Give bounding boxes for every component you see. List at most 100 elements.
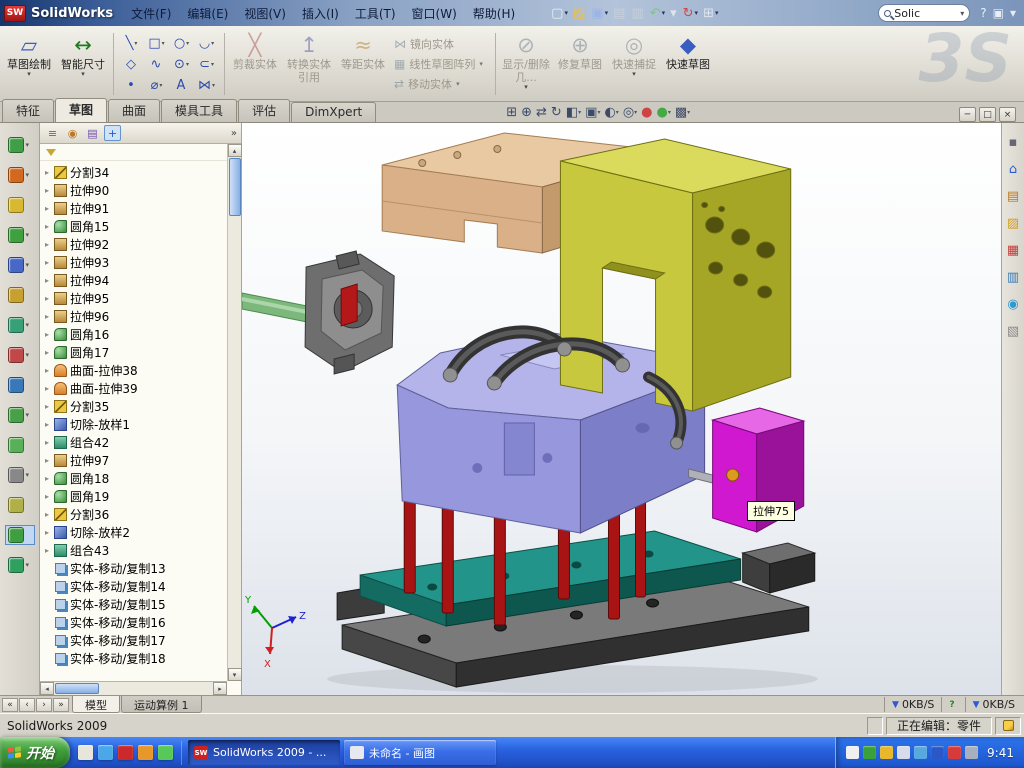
menu-file[interactable]: 文件(F) — [123, 1, 179, 26]
tree-item[interactable]: 实体-移动/复制13 — [43, 559, 227, 577]
hide-show-icon[interactable]: ◎▾ — [622, 105, 638, 120]
spline-tool-pressed[interactable] — [5, 525, 35, 545]
tree-item[interactable]: ▸ 拉伸96 — [43, 307, 227, 325]
network-icon[interactable] — [914, 746, 927, 759]
centerline-tool-icon[interactable]: ⌀▾ — [144, 75, 169, 96]
tab-dimxpert[interactable]: DimXpert — [291, 102, 376, 122]
tree-item[interactable]: ▸ 拉伸91 — [43, 199, 227, 217]
expand-arrow-icon[interactable]: ▸ — [43, 168, 51, 177]
safety-shield-icon[interactable] — [880, 746, 893, 759]
cut-tool[interactable] — [5, 375, 35, 395]
tree-item[interactable]: ▸ 组合43 — [43, 541, 227, 559]
display-style-icon[interactable]: ◐▾ — [603, 105, 619, 120]
draft-tool[interactable]: ▾ — [5, 465, 35, 485]
select-icon[interactable]: ▾ — [668, 3, 680, 23]
appearances-icon[interactable]: ◉ — [1004, 295, 1022, 313]
tree-item[interactable]: ▸ 拉伸97 — [43, 451, 227, 469]
show-desktop-icon[interactable] — [78, 745, 93, 760]
tree-item[interactable]: ▸ 圆角18 — [43, 469, 227, 487]
menu-help[interactable]: 帮助(H) — [465, 1, 523, 26]
tree-item[interactable]: ▸ 拉伸92 — [43, 235, 227, 253]
filter-icon[interactable] — [46, 149, 56, 156]
toolbox-icon[interactable]: ▦ — [1004, 241, 1022, 259]
menu-view[interactable]: 视图(V) — [236, 1, 294, 26]
trim-entities-button[interactable]: ╳ 剪裁实体 — [228, 29, 282, 99]
clamp-unit-part[interactable] — [242, 251, 394, 374]
scroll-up-icon[interactable]: ▴ — [228, 144, 242, 157]
scroll-thumb-horizontal[interactable] — [55, 683, 99, 694]
scene-icon[interactable]: ▩▾ — [674, 105, 691, 120]
media-player-icon[interactable] — [138, 745, 153, 760]
expand-arrow-icon[interactable]: ▸ — [43, 240, 51, 249]
circle-tool-icon[interactable]: ○▾ — [169, 33, 194, 54]
tree-item[interactable]: ▸ 圆角15 — [43, 217, 227, 235]
collapse-icon[interactable]: ▾ — [1008, 3, 1018, 23]
tree-item[interactable]: 实体-移动/复制15 — [43, 595, 227, 613]
expand-arrow-icon[interactable]: ▸ — [43, 528, 51, 537]
slot-tool-icon[interactable]: ⊂▾ — [194, 54, 219, 75]
expand-arrow-icon[interactable]: ▸ — [43, 204, 51, 213]
tree-horizontal-scrollbar[interactable]: ◂ ▸ — [40, 681, 227, 695]
rectangle-tool-icon[interactable]: □▾ — [144, 33, 169, 54]
appearance-red-icon[interactable]: ● — [640, 105, 653, 120]
solidworks-quick-icon[interactable] — [118, 745, 133, 760]
dimension-tools-flyout[interactable]: ▾ — [5, 165, 35, 185]
tree-item[interactable]: ▸ 拉伸95 — [43, 289, 227, 307]
feature-manager-tab[interactable]: ≡ — [44, 125, 61, 141]
freeform-tool[interactable]: ▾ — [5, 555, 35, 575]
first-frame-button[interactable]: « — [2, 698, 18, 712]
design-library-icon[interactable]: ▤ — [1004, 187, 1022, 205]
menu-edit[interactable]: 编辑(E) — [179, 1, 236, 26]
view-orientation-icon[interactable]: ▣▾ — [584, 105, 601, 120]
volume-icon[interactable] — [897, 746, 910, 759]
menu-insert[interactable]: 插入(I) — [294, 1, 347, 26]
task-paint[interactable]: 未命名 - 画图 — [344, 740, 496, 765]
home-icon[interactable]: ⌂ — [1004, 160, 1022, 178]
tab-features[interactable]: 特征 — [2, 99, 54, 122]
fillet-tool[interactable] — [5, 285, 35, 305]
sketch-draw-button[interactable]: ▱ 草图绘制 ▾ — [2, 29, 56, 99]
antivirus-icon[interactable] — [863, 746, 876, 759]
mirror-small-tool-icon[interactable]: ⋈▾ — [194, 75, 219, 96]
appearance-green-icon[interactable]: ●▾ — [656, 105, 672, 120]
scroll-left-icon[interactable]: ◂ — [40, 682, 54, 695]
expand-arrow-icon[interactable]: ▸ — [43, 420, 51, 429]
offset-entities-button[interactable]: ≈ 等距实体 — [336, 29, 390, 99]
tree-vertical-scrollbar[interactable]: ▴ ▾ — [227, 144, 241, 681]
expand-arrow-icon[interactable]: ▸ — [43, 186, 51, 195]
tree-item[interactable]: ▸ 拉伸94 — [43, 271, 227, 289]
ie-icon[interactable] — [98, 745, 113, 760]
tab-surfaces[interactable]: 曲面 — [108, 99, 160, 122]
zoom-area-icon[interactable]: ⊕ — [520, 105, 533, 120]
display-delete-relations-button[interactable]: ⊘ 显示/删除几... ▾ — [499, 29, 553, 99]
text-tool-icon[interactable]: A — [169, 75, 194, 96]
spline-tool-icon[interactable]: ∿ — [144, 54, 169, 75]
graphics-area[interactable]: Y Z X 拉伸75 — [242, 123, 1001, 695]
expand-arrow-icon[interactable]: ▸ — [43, 312, 51, 321]
tree-item[interactable]: ▸ 圆角17 — [43, 343, 227, 361]
tree-item[interactable]: 实体-移动/复制16 — [43, 613, 227, 631]
scroll-thumb-vertical[interactable] — [229, 158, 241, 216]
extrude-tool[interactable] — [5, 195, 35, 215]
scroll-down-icon[interactable]: ▾ — [228, 668, 242, 681]
expand-arrow-icon[interactable]: ▸ — [43, 330, 51, 339]
rebuild-icon[interactable]: ↻▾ — [681, 3, 700, 23]
polygon-tool-icon[interactable]: ◇ — [119, 54, 144, 75]
tree-item[interactable]: ▸ 切除-放样1 — [43, 415, 227, 433]
undo-icon[interactable]: ↶▾ — [648, 3, 667, 23]
messenger-icon[interactable] — [158, 745, 173, 760]
tree-item[interactable]: 实体-移动/复制17 — [43, 631, 227, 649]
configuration-manager-tab[interactable]: ▤ — [84, 125, 101, 141]
restore-document-button[interactable]: □ — [979, 107, 996, 122]
linear-sketch-pattern-button[interactable]: ▦线性草图阵列▾ — [394, 56, 488, 72]
tab-mold-tools[interactable]: 模具工具 — [161, 99, 237, 122]
tree-item[interactable]: ▸ 圆角19 — [43, 487, 227, 505]
tree-item[interactable]: ▸ 切除-放样2 — [43, 523, 227, 541]
tab-sketch[interactable]: 草图 — [55, 98, 107, 122]
search-dropdown-icon[interactable]: ▾ — [960, 9, 964, 18]
tab-evaluate[interactable]: 评估 — [238, 99, 290, 122]
tree-item[interactable]: ▸ 分割35 — [43, 397, 227, 415]
expand-arrow-icon[interactable]: ▸ — [43, 474, 51, 483]
tree-item[interactable]: ▸ 分割36 — [43, 505, 227, 523]
menu-window[interactable]: 窗口(W) — [404, 1, 465, 26]
